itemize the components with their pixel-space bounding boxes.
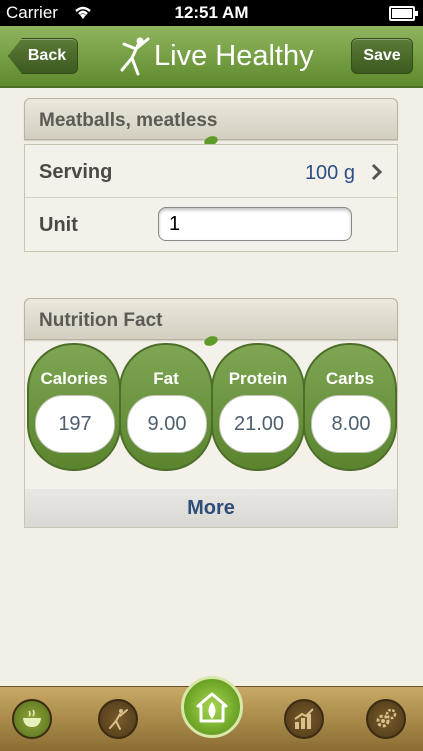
battery-icon — [389, 6, 418, 21]
unit-row: Unit — [25, 198, 397, 250]
calories-value: 197 — [35, 395, 115, 453]
protein-pill: Protein 21.00 — [211, 343, 305, 471]
status-bar: Carrier 12:51 AM — [0, 0, 423, 26]
yoga-icon — [109, 709, 128, 730]
home-icon — [196, 692, 228, 723]
tab-food[interactable] — [12, 699, 52, 739]
bowl-icon — [23, 709, 41, 727]
fat-label: Fat — [153, 369, 179, 388]
app-title: Live Healthy — [118, 36, 314, 76]
carbs-value: 8.00 — [311, 395, 391, 453]
serving-value: 100 g — [304, 162, 355, 184]
tab-stats[interactable] — [284, 699, 324, 739]
nutrition-header: Nutrition Fact — [24, 298, 398, 346]
nutrition-title: Nutrition Fact — [39, 310, 163, 331]
calories-label: Calories — [40, 369, 108, 388]
unit-label: Unit — [39, 214, 78, 236]
save-button[interactable]: Save — [351, 38, 413, 74]
protein-value: 21.00 — [219, 395, 299, 453]
serving-label: Serving — [39, 161, 113, 183]
food-panel: Serving 100 g Unit — [24, 144, 398, 252]
back-button[interactable]: Back — [8, 38, 78, 74]
fat-value: 9.00 — [127, 395, 207, 453]
chart-icon — [294, 708, 314, 729]
yoga-figure-logo — [120, 37, 150, 76]
carbs-pill: Carbs 8.00 — [303, 343, 397, 471]
title-text: Live Healthy — [154, 39, 314, 72]
tab-home[interactable] — [181, 676, 243, 738]
nav-bar: Back Live Healthy Save — [0, 26, 423, 88]
chevron-right-icon — [371, 163, 383, 181]
food-name: Meatballs, meatless — [39, 110, 218, 131]
unit-input[interactable] — [158, 207, 352, 241]
more-button[interactable]: More — [25, 489, 397, 527]
leaf-icon — [204, 336, 218, 346]
tab-exercise[interactable] — [98, 699, 138, 739]
food-name-header: Meatballs, meatless — [24, 98, 398, 146]
settings-icon — [376, 708, 397, 728]
serving-row[interactable]: Serving 100 g — [25, 145, 397, 198]
carbs-label: Carbs — [325, 369, 375, 388]
tab-settings[interactable] — [366, 699, 406, 739]
fat-pill: Fat 9.00 — [119, 343, 213, 471]
calories-pill: Calories 197 — [27, 343, 121, 471]
clock: 12:51 AM — [174, 3, 249, 22]
protein-label: Protein — [228, 369, 288, 388]
